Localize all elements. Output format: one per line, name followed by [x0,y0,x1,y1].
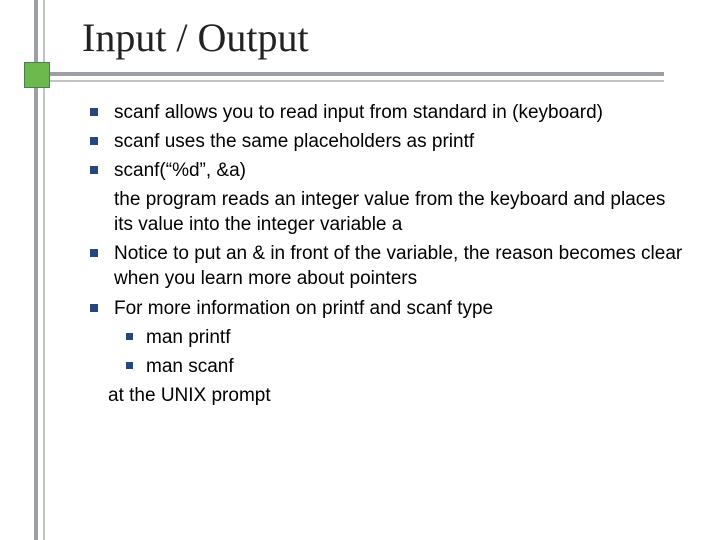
sub-list: man printf man scanf [122,325,684,379]
decor-hline-thin [34,80,664,82]
list-item: man printf [122,325,684,350]
list-item: scanf allows you to read input from stan… [86,100,684,125]
bullet-icon [90,166,98,174]
slide-title: Input / Output [82,14,309,61]
bullet-icon [90,249,98,257]
list-item: man scanf [122,354,684,379]
list-item-text: scanf allows you to read input from stan… [114,102,603,123]
decor-corner-square [24,62,50,88]
bullet-icon [126,333,133,340]
list-item-text: man printf [146,327,230,348]
list-item-text: For more information on printf and scanf… [114,298,493,319]
list-item-text: scanf(“%d”, &a) [114,160,246,181]
list-item-continuation: the program reads an integer value from … [114,187,684,237]
list-item: scanf uses the same placeholders as prin… [86,129,684,154]
list-item-text: scanf uses the same placeholders as prin… [114,131,474,152]
list-item: scanf(“%d”, &a) [86,158,684,183]
list-item-continuation: at the UNIX prompt [108,383,684,408]
slide: Input / Output scanf allows you to read … [0,0,720,540]
bullet-icon [126,362,133,369]
slide-body: scanf allows you to read input from stan… [86,100,684,412]
bullet-icon [90,304,98,312]
list-item-text: Notice to put an & in front of the varia… [114,243,682,289]
bullet-icon [90,108,98,116]
decor-hline-thick [34,72,664,76]
list-item-text: man scanf [146,356,234,377]
list-item: Notice to put an & in front of the varia… [86,241,684,291]
bullet-icon [90,137,98,145]
list-item: For more information on printf and scanf… [86,296,684,321]
